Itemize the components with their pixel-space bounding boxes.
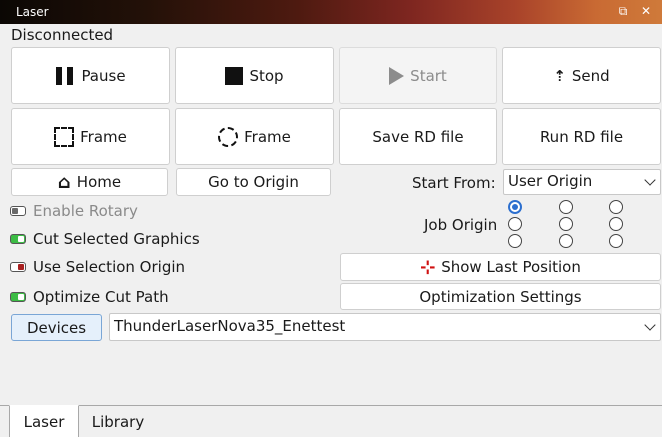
frame-circle-icon [218, 126, 239, 147]
frame-rectangle-icon [54, 126, 75, 147]
start-label: Start [410, 66, 447, 85]
optimize-cut-path-label: Optimize Cut Path [33, 288, 169, 306]
devices-button[interactable]: Devices [11, 314, 102, 341]
connection-status: Disconnected [11, 26, 114, 44]
send-button[interactable]: ⇡ Send [502, 47, 661, 104]
job-origin-bottom-right-radio[interactable] [609, 234, 623, 248]
home-button[interactable]: ⌂ Home [11, 168, 168, 196]
job-origin-bottom-left-radio[interactable] [508, 234, 522, 248]
save-rd-file-button[interactable]: Save RD file [339, 108, 497, 165]
home-label: Home [76, 173, 122, 191]
start-from-select[interactable]: User Origin [503, 169, 661, 195]
stop-label: Stop [249, 66, 284, 85]
cut-selected-graphics-label: Cut Selected Graphics [33, 230, 200, 248]
send-label: Send [571, 66, 610, 85]
device-select-value: ThunderLaserNova35_Enettest [114, 317, 346, 335]
show-last-position-label: Show Last Position [441, 258, 581, 276]
start-button[interactable]: Start [339, 47, 497, 104]
cut-selected-graphics-toggle[interactable] [10, 234, 26, 244]
frame-rectangle-label: Frame [80, 127, 127, 146]
crosshair-icon: ⊹ [420, 256, 436, 278]
pause-label: Pause [81, 66, 126, 85]
job-origin-top-left-radio[interactable] [508, 200, 522, 214]
close-icon[interactable]: ✕ [637, 2, 655, 20]
optimization-settings-button[interactable]: Optimization Settings [340, 283, 661, 310]
tab-laser[interactable]: Laser [9, 405, 79, 437]
start-from-label: Start From: [412, 174, 496, 192]
stop-icon [225, 66, 244, 85]
bottom-tab-bar: Laser Library [0, 405, 662, 437]
job-origin-top-center-radio[interactable] [559, 200, 573, 214]
use-selection-origin-label: Use Selection Origin [33, 258, 186, 276]
pause-icon [55, 66, 75, 85]
chevron-down-icon [644, 319, 656, 331]
stop-button[interactable]: Stop [175, 47, 334, 104]
use-selection-origin-toggle[interactable] [10, 262, 26, 272]
window-title: Laser [16, 5, 49, 19]
device-select[interactable]: ThunderLaserNova35_Enettest [109, 313, 661, 341]
optimize-cut-path-toggle[interactable] [10, 292, 26, 302]
pause-button[interactable]: Pause [11, 47, 170, 104]
job-origin-top-right-radio[interactable] [609, 200, 623, 214]
go-to-origin-button[interactable]: Go to Origin [176, 168, 331, 196]
frame-rectangle-button[interactable]: Frame [11, 108, 170, 165]
job-origin-middle-left-radio[interactable] [508, 217, 522, 231]
show-last-position-button[interactable]: ⊹ Show Last Position [340, 253, 661, 281]
window-title-bar[interactable]: Laser ⧉ ✕ [0, 0, 662, 24]
frame-circle-label: Frame [244, 127, 291, 146]
home-icon: ⌂ [57, 171, 71, 193]
run-rd-file-button[interactable]: Run RD file [502, 108, 661, 165]
send-icon: ⇡ [553, 66, 566, 85]
job-origin-center-radio[interactable] [559, 217, 573, 231]
play-icon [389, 66, 405, 85]
job-origin-middle-right-radio[interactable] [609, 217, 623, 231]
start-from-value: User Origin [508, 172, 593, 190]
tab-library[interactable]: Library [82, 405, 154, 437]
enable-rotary-label: Enable Rotary [33, 202, 138, 220]
job-origin-bottom-center-radio[interactable] [559, 234, 573, 248]
chevron-down-icon [644, 174, 656, 186]
enable-rotary-toggle[interactable] [10, 206, 26, 216]
job-origin-label: Job Origin [424, 216, 498, 234]
restore-icon[interactable]: ⧉ [614, 2, 632, 20]
frame-circle-button[interactable]: Frame [175, 108, 334, 165]
